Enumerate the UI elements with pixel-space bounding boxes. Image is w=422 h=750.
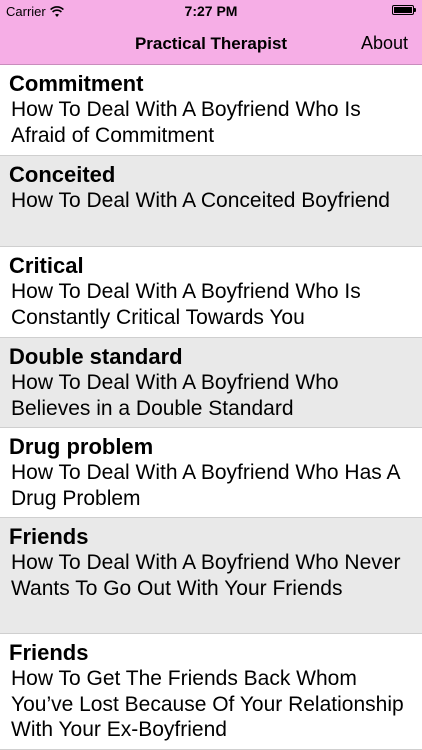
- list-item-subtitle: How To Get The Friends Back Whom You’ve …: [11, 667, 404, 741]
- list-item-subtitle: How To Deal With A Boyfriend Who Is Cons…: [11, 280, 361, 329]
- status-time: 7:27 PM: [184, 3, 238, 19]
- list-item-title: Critical: [9, 253, 84, 278]
- list-item[interactable]: Critical How To Deal With A Boyfriend Wh…: [0, 247, 422, 338]
- top-bar: Carrier 7:27 PM Practical Therapist Abou…: [0, 0, 422, 65]
- list-item[interactable]: Friends How To Get The Friends Back Whom…: [0, 634, 422, 750]
- list-item-title: Friends: [9, 524, 89, 549]
- list-item-title: Double standard: [9, 344, 183, 369]
- list-item-subtitle: How To Deal With A Boyfriend Who Never W…: [11, 551, 401, 600]
- battery-icon: [392, 5, 416, 15]
- list-item[interactable]: Drug problem How To Deal With A Boyfrien…: [0, 428, 422, 518]
- about-button[interactable]: About: [361, 33, 408, 54]
- list-item-title: Commitment: [9, 71, 144, 96]
- topic-list[interactable]: Commitment How To Deal With A Boyfriend …: [0, 65, 422, 750]
- list-item-title: Friends: [9, 640, 89, 665]
- nav-title: Practical Therapist: [134, 34, 288, 53]
- list-item-subtitle: How To Deal With A Boyfriend Who Is Afra…: [11, 98, 361, 147]
- list-item-subtitle: How To Deal With A Conceited Boyfriend: [11, 189, 390, 212]
- list-item-subtitle: How To Deal With A Boyfriend Who Has A D…: [11, 461, 400, 510]
- list-item[interactable]: Double standard How To Deal With A Boyfr…: [0, 338, 422, 428]
- list-item-title: Drug problem: [9, 434, 154, 459]
- status-bar: Carrier 7:27 PM: [0, 0, 422, 22]
- list-item-title: Conceited: [9, 162, 116, 187]
- list-item[interactable]: Conceited How To Deal With A Conceited B…: [0, 156, 422, 247]
- list-item[interactable]: Friends How To Deal With A Boyfriend Who…: [0, 518, 422, 634]
- list-item-subtitle: How To Deal With A Boyfriend Who Believe…: [11, 371, 339, 420]
- navigation-bar: Practical Therapist About: [0, 22, 422, 65]
- app-screen: Carrier 7:27 PM Practical Therapist Abou…: [0, 0, 422, 750]
- list-item[interactable]: Commitment How To Deal With A Boyfriend …: [0, 65, 422, 156]
